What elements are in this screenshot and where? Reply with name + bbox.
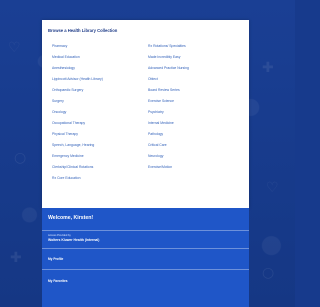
- institution-link[interactable]: Wolters Kluwer Health (Internal): [48, 238, 99, 242]
- welcome-panel: Welcome, Kirsten! Access Provided by Wol…: [42, 208, 249, 307]
- collections-right-column: Rx Rotations/ Specialties Made Incredibly…: [148, 42, 238, 174]
- collection-link[interactable]: Exercise Science: [148, 97, 238, 108]
- divider: [42, 230, 249, 231]
- collection-link[interactable]: Occupational Therapy: [52, 119, 142, 130]
- collection-link[interactable]: Oncology: [52, 108, 142, 119]
- collection-link[interactable]: Exercise/Motion: [148, 163, 238, 174]
- decorative-heart-icon: ♡: [266, 180, 279, 196]
- collection-link[interactable]: Pharmacy: [52, 42, 142, 53]
- decorative-circle-icon: ○: [14, 150, 27, 166]
- panel-title: Browse a Health Library Collection: [48, 28, 118, 33]
- collections-left-column: Pharmacy Medical Education Anesthesiology L…: [52, 42, 142, 185]
- collection-link[interactable]: Clerkship/Clinical Rotations: [52, 163, 142, 174]
- decorative-circle-icon: ○: [262, 265, 275, 281]
- decorative-heart-icon: ♡: [8, 40, 21, 56]
- collection-link[interactable]: Oblect: [148, 75, 238, 86]
- collection-link[interactable]: Advanced Practice Nursing: [148, 64, 238, 75]
- health-library-collections-panel: Browse a Health Library Collection Pharm…: [42, 20, 249, 208]
- collection-link[interactable]: Surgery: [52, 97, 142, 108]
- decorative-plus-icon: ✚: [262, 60, 274, 76]
- collection-link[interactable]: Emergency Medicine: [52, 152, 142, 163]
- collection-link[interactable]: Anesthesiology: [52, 64, 142, 75]
- collection-link[interactable]: Medical Education: [52, 53, 142, 64]
- divider: [42, 248, 249, 249]
- collection-link[interactable]: Speech, Language, Hearing: [52, 141, 142, 152]
- collection-link[interactable]: Board Review Series: [148, 86, 238, 97]
- collection-link[interactable]: Psychiatry: [148, 108, 238, 119]
- decorative-plus-icon: ✚: [10, 250, 22, 266]
- collection-link[interactable]: Lippincott Advisor (Health Library): [52, 75, 142, 86]
- collection-link[interactable]: Pathology: [148, 130, 238, 141]
- my-favorites-link[interactable]: My Favorites: [48, 279, 68, 283]
- welcome-title: Welcome, Kirsten!: [48, 215, 94, 221]
- collection-link[interactable]: Neurology: [148, 152, 238, 163]
- collection-link[interactable]: Rx Core Education: [52, 174, 142, 185]
- collection-link[interactable]: Made Incredibly Easy: [148, 53, 238, 64]
- my-profile-link[interactable]: My Profile: [48, 257, 63, 261]
- institution-label: Access Provided by: [48, 234, 71, 237]
- collection-link[interactable]: Rx Rotations/ Specialties: [148, 42, 238, 53]
- divider: [42, 269, 249, 270]
- collection-link[interactable]: Orthopaedic Surgery: [52, 86, 142, 97]
- collection-link[interactable]: Internal Medicine: [148, 119, 238, 130]
- collection-link[interactable]: Physical Therapy: [52, 130, 142, 141]
- collection-link[interactable]: Critical Care: [148, 141, 238, 152]
